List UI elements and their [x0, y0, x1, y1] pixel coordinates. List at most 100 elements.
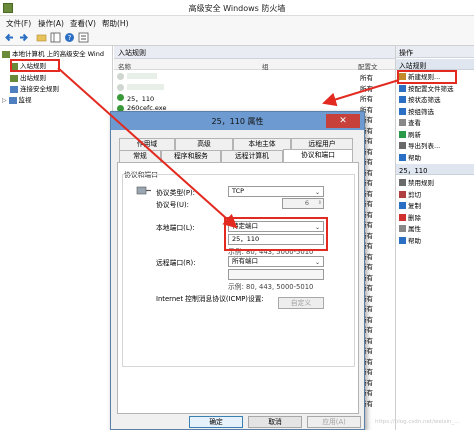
remote-port-select[interactable]: 所有端口 ⌄	[228, 256, 324, 267]
delete-icon	[399, 213, 406, 221]
action-label: 禁用规则	[408, 179, 434, 187]
help-icon	[399, 153, 406, 161]
ok-button[interactable]: 确定	[189, 416, 243, 428]
action-item[interactable]: 导出列表...	[396, 140, 474, 151]
chevron-down-icon: ⌄	[314, 189, 320, 196]
action-item[interactable]: 查看	[396, 117, 474, 128]
tree-item-label: 监视	[18, 96, 32, 104]
remote-port-select-value: 所有端口	[232, 257, 258, 265]
copy-icon	[399, 202, 406, 209]
monitoring-icon	[8, 96, 17, 104]
tab-advanced[interactable]: 高级	[175, 138, 233, 150]
help-icon[interactable]: ?	[64, 32, 75, 43]
rules-pane-header: 入站规则	[114, 46, 395, 59]
action-item[interactable]: 属性	[396, 223, 474, 234]
menu-help[interactable]: 帮助(H)	[102, 18, 129, 29]
rule-enabled-icon	[117, 83, 124, 91]
back-arrow-icon[interactable]	[4, 32, 15, 43]
close-button[interactable]: ✕	[326, 114, 360, 128]
tree-item-connection-security-rules[interactable]: 连接安全规则	[0, 83, 110, 94]
console-tree: 本地计算机 上的高级安全 Wind 入站规则 出站规则 连接安全规则 ▷ 监视	[0, 46, 113, 430]
tree-root-label: 本地计算机 上的高级安全 Wind	[12, 50, 104, 58]
watermark: https://blog.csdn.net/weixin_...	[375, 419, 460, 425]
rule-enabled-icon	[117, 94, 124, 101]
annotation-box-new-rule	[397, 70, 457, 84]
outbound-rules-icon	[10, 74, 18, 82]
annotation-box-local-port	[224, 217, 328, 251]
tab-programs-services[interactable]: 程序和服务	[161, 150, 221, 162]
console-tree-icon[interactable]	[50, 32, 61, 43]
toolbar: ?	[0, 30, 474, 46]
protocols-ports-panel: 协议和端口 协议类型(P): TCP ⌄ 协议号(U): 6 ⇕ 本地端口(L):…	[117, 162, 359, 414]
protocol-type-label: 协议类型(P):	[156, 189, 195, 197]
tab-scope[interactable]: 作用域	[119, 138, 175, 150]
menu-action[interactable]: 操作(A)	[38, 18, 64, 29]
protocol-type-value: TCP	[232, 187, 245, 195]
annotation-box-inbound-rules	[10, 59, 60, 72]
column-header-group[interactable]: 组	[262, 61, 269, 71]
tree-item-monitoring[interactable]: ▷ 监视	[0, 94, 110, 105]
action-item[interactable]: 剪切	[396, 189, 474, 200]
action-label: 剪切	[408, 190, 421, 199]
rule-profile: 所有	[360, 95, 373, 103]
tree-item-label: 连接安全规则	[20, 85, 59, 93]
network-cable-icon	[136, 186, 151, 195]
local-port-label: 本地端口(L):	[156, 224, 195, 232]
menu-file[interactable]: 文件(F)	[6, 18, 31, 29]
properties-icon	[399, 225, 406, 232]
table-row[interactable]: 25，110 所有	[114, 92, 395, 103]
rule-profile: 所有	[360, 74, 373, 82]
action-item[interactable]: 删除	[396, 212, 474, 223]
tab-remote-computers[interactable]: 远程计算机	[221, 150, 283, 162]
tree-root[interactable]: 本地计算机 上的高级安全 Wind	[0, 48, 113, 59]
apply-button[interactable]: 应用(A)	[307, 416, 361, 428]
remote-port-label: 远程端口(R):	[156, 259, 196, 267]
column-header-profile[interactable]: 配置文	[358, 61, 378, 71]
action-item[interactable]: 禁用规则	[396, 177, 474, 188]
tab-protocols-ports[interactable]: 协议和端口	[283, 149, 353, 162]
cancel-button[interactable]: 取消	[248, 416, 302, 428]
redacted-name	[127, 73, 157, 79]
tree-item-outbound-rules[interactable]: 出站规则	[0, 72, 110, 83]
remote-port-example: 示例: 80, 443, 5000-5010	[228, 283, 314, 291]
action-item[interactable]: 复制	[396, 200, 474, 211]
action-label: 按状态筛选	[408, 96, 441, 104]
tab-general[interactable]: 常规	[119, 150, 161, 162]
action-label: 按组筛选	[408, 107, 434, 116]
action-item[interactable]: 按组筛选	[396, 106, 474, 117]
actions-header: 操作	[396, 46, 474, 58]
action-label: 复制	[408, 202, 421, 210]
action-label: 帮助	[408, 153, 421, 162]
actions-pane: 操作 入站规则 新建规则... 按配置文件筛选 按状态筛选 按组筛选 查看 刷新 导出列表.…	[395, 46, 474, 430]
menu-view[interactable]: 查看(V)	[70, 18, 96, 29]
spinner-arrows-icon[interactable]: ⇕	[318, 199, 322, 208]
properties-icon[interactable]	[78, 32, 89, 43]
table-row[interactable]: 所有	[114, 82, 395, 93]
actions-section-rule[interactable]: 25，110	[396, 164, 474, 175]
folder-up-icon[interactable]	[36, 32, 47, 43]
action-item[interactable]: 帮助	[396, 235, 474, 246]
forward-arrow-icon[interactable]	[18, 32, 29, 43]
customize-button[interactable]: 自定义	[278, 297, 324, 309]
action-item[interactable]: 按配置文件筛选	[396, 83, 474, 94]
action-item[interactable]: 帮助	[396, 152, 474, 163]
action-label: 按配置文件筛选	[408, 84, 454, 93]
action-item[interactable]: 按状态筛选	[396, 94, 474, 105]
protocol-type-select[interactable]: TCP ⌄	[228, 186, 324, 197]
connection-security-icon	[10, 85, 18, 93]
action-label: 属性	[408, 225, 421, 233]
table-row[interactable]: 所有	[114, 71, 395, 82]
protocol-number-field[interactable]: 6 ⇕	[282, 198, 324, 209]
protocol-number-value: 6	[304, 199, 309, 207]
remote-port-input[interactable]	[228, 269, 324, 280]
action-label: 删除	[408, 213, 421, 222]
filter-icon	[399, 84, 406, 92]
protocol-number-label: 协议号(U):	[156, 201, 189, 209]
actions-section-inbound[interactable]: 入站规则	[396, 59, 474, 70]
action-item[interactable]: 刷新	[396, 129, 474, 140]
window-title: 高级安全 Windows 防火墙	[188, 4, 286, 13]
dialog-title-bar: 25，110 属性 ✕	[111, 112, 364, 130]
icmp-settings-label: Internet 控制消息协议(ICMP)设置:	[156, 295, 264, 303]
tree-item-label: 出站规则	[20, 74, 46, 82]
column-header-name[interactable]: 名称	[118, 61, 131, 71]
